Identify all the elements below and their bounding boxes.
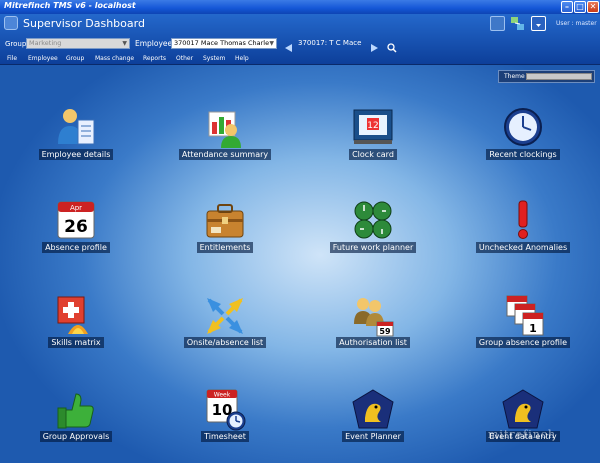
tile-future-work-planner[interactable]: Future work planner bbox=[318, 199, 428, 259]
employee-select-value: 370017 Mace Thomas Charles bbox=[174, 39, 273, 47]
group-approvals-icon bbox=[57, 393, 94, 429]
group-select-value: Marketing bbox=[29, 39, 62, 47]
tile-label: Group absence profile bbox=[475, 337, 571, 348]
menu-system[interactable]: System bbox=[203, 55, 225, 62]
group-label: Group bbox=[5, 40, 27, 48]
clock-card-number: 12 bbox=[367, 121, 378, 131]
employee-details-icon bbox=[58, 109, 95, 145]
close-button[interactable]: ✕ bbox=[587, 1, 599, 13]
recent-clockings-icon bbox=[504, 108, 542, 146]
group-absence-profile-icon: 1 bbox=[506, 295, 544, 336]
theme-select[interactable] bbox=[526, 73, 592, 80]
unchecked-anomalies-icon bbox=[518, 200, 528, 239]
dropdown-menu-icon[interactable] bbox=[531, 16, 546, 31]
group-select[interactable]: Marketing ▼ bbox=[26, 38, 130, 49]
employee-display: 370017: T C Mace bbox=[298, 39, 362, 47]
menu-employee[interactable]: Employee bbox=[28, 55, 58, 62]
tile-label: Attendance summary bbox=[178, 149, 272, 160]
tile-timesheet[interactable]: Week 10 Timesheet bbox=[170, 388, 280, 448]
tile-label: Absence profile bbox=[42, 242, 110, 253]
entitlements-icon bbox=[206, 204, 244, 238]
authorisation-count: 59 bbox=[379, 327, 391, 336]
tile-clock-card[interactable]: 12 Clock card bbox=[318, 106, 428, 166]
absence-month: Apr bbox=[70, 204, 82, 212]
event-data-entry-icon bbox=[502, 389, 544, 429]
tile-label: Event Planner bbox=[342, 431, 404, 442]
tile-entitlements[interactable]: Entitlements bbox=[170, 199, 280, 259]
chevron-down-icon: ▼ bbox=[122, 40, 127, 47]
tile-attendance-summary[interactable]: Attendance summary bbox=[170, 106, 280, 166]
tile-label: Employee details bbox=[38, 149, 114, 160]
menu-other[interactable]: Other bbox=[176, 55, 193, 62]
menu-file[interactable]: File bbox=[7, 55, 17, 62]
tile-label: Onsite/absence list bbox=[183, 337, 267, 348]
menu-bar bbox=[0, 53, 600, 65]
maximize-button[interactable]: □ bbox=[574, 1, 586, 13]
event-planner-icon bbox=[352, 389, 394, 429]
tile-label: Clock card bbox=[349, 149, 397, 160]
clock-card-icon: 12 bbox=[353, 109, 393, 144]
authorisation-list-icon: 59 bbox=[354, 298, 394, 337]
tile-group-absence-profile[interactable]: 1 Group absence profile bbox=[468, 294, 578, 354]
window-title: Mitrefinch TMS v6 - localhost bbox=[4, 1, 136, 10]
absence-profile-icon: Apr 26 bbox=[57, 201, 95, 239]
theme-label: Theme bbox=[504, 73, 525, 80]
app-logo-icon bbox=[4, 16, 18, 30]
future-work-planner-icon bbox=[354, 201, 392, 239]
chevron-down-icon: ▼ bbox=[269, 39, 274, 48]
tile-label: Timesheet bbox=[201, 431, 249, 442]
timesheet-icon: Week 10 bbox=[206, 389, 246, 431]
user-label: User : master bbox=[556, 20, 597, 27]
tile-skills-matrix[interactable]: Skills matrix bbox=[21, 294, 131, 354]
tile-unchecked-anomalies[interactable]: Unchecked Anomalies bbox=[468, 199, 578, 259]
menu-help[interactable]: Help bbox=[235, 55, 249, 62]
menu-mass-change[interactable]: Mass change bbox=[95, 55, 134, 62]
tile-event-planner[interactable]: Event Planner bbox=[318, 388, 428, 448]
tile-onsite-absence-list[interactable]: Onsite/absence list bbox=[170, 294, 280, 354]
tile-authorisation-list[interactable]: 59 Authorisation list bbox=[318, 294, 428, 354]
employee-select[interactable]: 370017 Mace Thomas Charles ▼ bbox=[171, 38, 277, 49]
tile-absence-profile[interactable]: Apr 26 Absence profile bbox=[21, 199, 131, 259]
minimize-button[interactable]: – bbox=[561, 1, 573, 13]
tile-recent-clockings[interactable]: Recent clockings bbox=[468, 106, 578, 166]
tile-label: Recent clockings bbox=[486, 149, 560, 160]
tile-label: Unchecked Anomalies bbox=[475, 242, 571, 253]
tile-label: Future work planner bbox=[329, 242, 417, 253]
attendance-summary-icon bbox=[208, 111, 241, 148]
home-icon[interactable] bbox=[490, 16, 505, 31]
absence-day: 26 bbox=[64, 217, 88, 237]
onsite-absence-list-icon bbox=[207, 298, 243, 334]
tile-group-approvals[interactable]: Group Approvals bbox=[21, 388, 131, 448]
theme-selector[interactable]: Theme bbox=[498, 70, 595, 83]
tile-label: Entitlements bbox=[196, 242, 254, 253]
timesheet-month: Week bbox=[214, 392, 231, 399]
window-title-bar: Mitrefinch TMS v6 - localhost – □ ✕ bbox=[0, 0, 600, 14]
svg-text:1: 1 bbox=[529, 322, 537, 335]
tile-label: Skills matrix bbox=[48, 337, 104, 348]
network-icon[interactable] bbox=[510, 16, 525, 31]
skills-matrix-icon bbox=[57, 296, 88, 334]
tile-label: Group Approvals bbox=[39, 431, 113, 442]
menu-group[interactable]: Group bbox=[66, 55, 84, 62]
employee-label: Employee bbox=[135, 39, 173, 48]
tile-employee-details[interactable]: Employee details bbox=[21, 106, 131, 166]
watermark-logo: mitrefinch bbox=[488, 428, 557, 441]
menu-reports[interactable]: Reports bbox=[143, 55, 166, 62]
tile-label: Authorisation list bbox=[336, 337, 410, 348]
app-title: Supervisor Dashboard bbox=[23, 17, 145, 30]
